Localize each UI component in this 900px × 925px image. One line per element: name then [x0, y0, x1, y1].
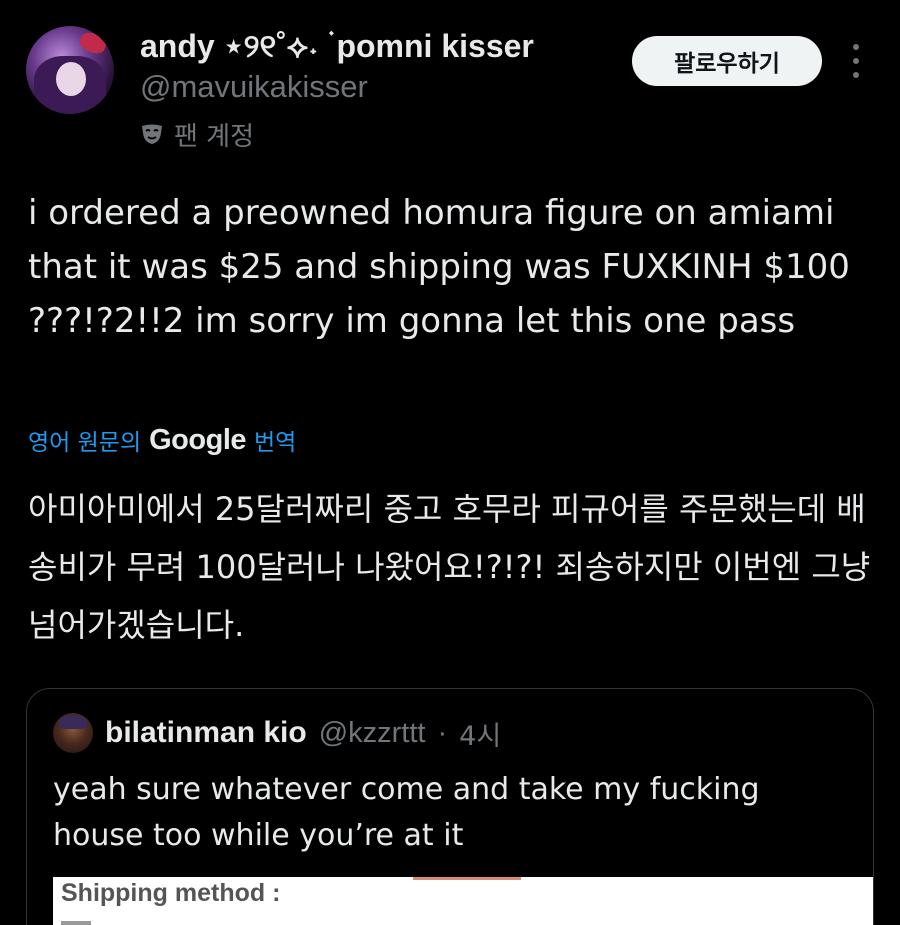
quoted-image[interactable]: Shipping method : — [27, 877, 873, 925]
image-shipping-label: Shipping method : — [61, 879, 281, 907]
quoted-separator: · — [437, 716, 448, 749]
quoted-tweet[interactable]: bilatinman kio @kzzrttt · 4시 yeah sure w… — [26, 688, 874, 925]
author-names: andy ⋆୨୧˚⟡˖ ࣪ pomni kisser @mavuikakisse… — [140, 26, 534, 106]
tweet-header: andy ⋆୨୧˚⟡˖ ࣪ pomni kisser @mavuikakisse… — [0, 0, 900, 160]
quoted-time: 4시 — [459, 720, 502, 752]
quoted-handle: @kzzrttt — [318, 716, 426, 749]
badge-label: 팬 계정 — [174, 121, 255, 152]
image-red-mark — [413, 877, 521, 880]
more-icon[interactable] — [846, 44, 866, 78]
quoted-avatar — [53, 713, 93, 753]
quoted-display-name: bilatinman kio — [105, 716, 307, 749]
author-display-name[interactable]: andy ⋆୨୧˚⟡˖ ࣪ pomni kisser — [140, 26, 534, 66]
google-logo: Google — [149, 423, 247, 456]
fan-account-badge: 팬 계정 — [140, 116, 254, 152]
tweet-text: i ordered a preowned homura figure on am… — [28, 193, 850, 341]
follow-button[interactable]: 팔로우하기 — [632, 36, 822, 86]
translation-suffix[interactable]: 번역 — [254, 423, 296, 457]
image-mark — [61, 921, 91, 925]
author-handle[interactable]: @mavuikakisser — [140, 68, 534, 106]
quoted-tweet-header: bilatinman kio @kzzrttt · 4시 — [53, 713, 501, 753]
mask-icon — [142, 124, 162, 144]
quoted-tweet-text: yeah sure whatever come and take my fuck… — [53, 772, 760, 853]
translation-prefix[interactable]: 영어 원문의 — [28, 423, 141, 457]
translated-text: 아미아미에서 25달러짜리 중고 호무라 피규어를 주문했는데 배송비가 무려 … — [28, 490, 871, 644]
translation-attribution[interactable]: 영어 원문의 Google 번역 — [28, 418, 296, 462]
author-avatar[interactable] — [26, 26, 114, 114]
